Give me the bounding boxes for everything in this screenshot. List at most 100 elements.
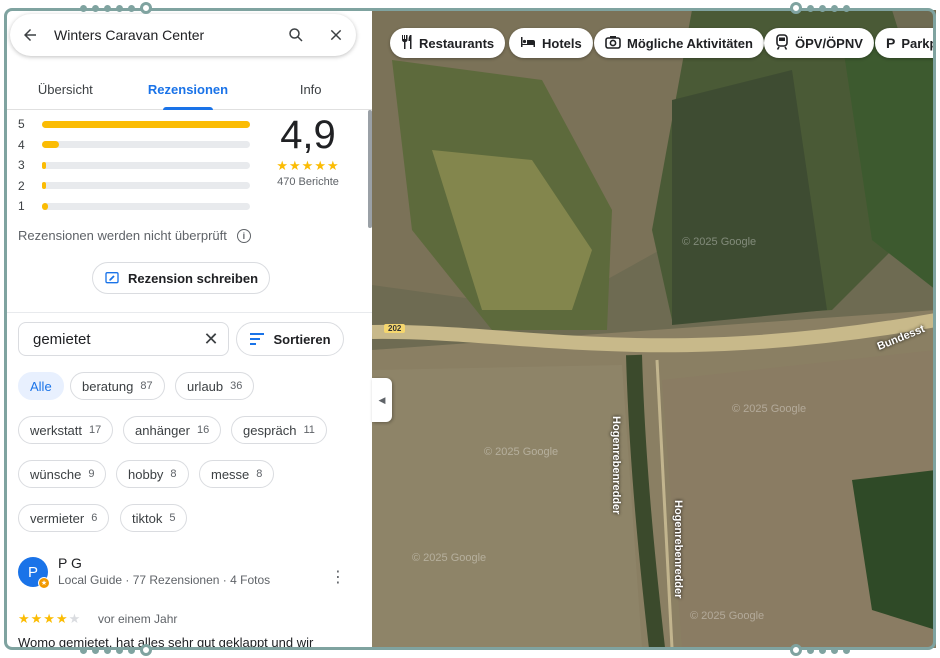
chip-count: 8 [170, 468, 177, 480]
street-label: Hogenrebenredder [610, 416, 622, 515]
histogram-track [42, 141, 250, 149]
more-options-icon[interactable]: ⋮ [330, 567, 346, 587]
chevron-left-icon: ◀ [378, 394, 386, 405]
chip-werkstatt[interactable]: werkstatt 17 [18, 416, 114, 444]
histogram-label: 4 [18, 137, 25, 152]
chip-label: urlaub [187, 378, 224, 394]
histogram-label: 5 [18, 117, 25, 132]
histogram-track [42, 161, 250, 169]
clear-icon[interactable]: ✕ [194, 329, 228, 350]
chip-label: werkstatt [30, 422, 83, 438]
reviewer-name[interactable]: P G [58, 555, 82, 571]
map-chip-transit[interactable]: ÖPV/ÖPNV [764, 28, 874, 58]
search-icon[interactable] [276, 15, 316, 55]
close-icon[interactable] [316, 15, 356, 55]
chip-count: 36 [230, 380, 243, 392]
unverified-note-text: Rezensionen werden nicht überprüft [18, 228, 227, 243]
frame-dots-bottom-left [80, 644, 152, 656]
chip-gespraech[interactable]: gespräch 11 [231, 416, 327, 444]
tab-overview[interactable]: Übersicht [4, 72, 127, 109]
chip-count: 5 [169, 512, 176, 524]
chip-urlaub[interactable]: urlaub 36 [175, 372, 255, 400]
restaurant-icon [401, 34, 413, 52]
rating-histogram: 5 4 3 2 1 [18, 114, 250, 217]
frame-dots-top-right [790, 2, 850, 14]
histogram-label: 1 [18, 199, 25, 214]
histogram-track [42, 202, 250, 210]
map-watermark: © 2025 Google [690, 610, 765, 622]
rating-stars: ★★★★★ [276, 158, 340, 173]
histogram-bar [42, 120, 250, 128]
histogram-row: 1 [18, 196, 250, 217]
chip-alle[interactable]: Alle [18, 372, 64, 400]
write-review-button[interactable]: Rezension schreiben [92, 262, 270, 294]
frame-dots-bottom-right [790, 644, 850, 656]
review-count[interactable]: 470 Berichte [262, 176, 354, 188]
histogram-track [42, 182, 250, 190]
avatar-letter: P [27, 563, 38, 581]
review-stars: ★★★★★ [18, 611, 81, 627]
map-chip-label: Mögliche Aktivitäten [627, 35, 753, 51]
chip-label: vermieter [30, 510, 85, 526]
histogram-bar [42, 202, 49, 210]
chip-count: 8 [256, 468, 263, 480]
chip-count: 17 [89, 424, 102, 436]
frame-dots-top-left [80, 2, 152, 14]
chip-label: beratung [82, 378, 134, 394]
review-search-input[interactable]: gemietet ✕ [18, 322, 229, 356]
map-watermark: © 2025 Google [682, 236, 757, 248]
tab-info[interactable]: Info [249, 72, 372, 109]
chip-label: messe [211, 466, 250, 482]
street-label: Hogenrebenredder [672, 500, 684, 599]
chip-beratung[interactable]: beratung 87 [70, 372, 165, 400]
chip-count: 16 [196, 424, 210, 436]
train-icon [775, 33, 789, 53]
map-canvas[interactable]: 202 Bundesst Hogenrebenredder Hogenreben… [372, 10, 936, 648]
review-search-value[interactable]: gemietet [33, 331, 194, 348]
write-review-label: Rezension schreiben [127, 270, 259, 286]
chip-anhaenger[interactable]: anhänger 16 [123, 416, 222, 444]
sort-label: Sortieren [273, 331, 331, 347]
camera-icon [605, 35, 621, 52]
histogram-bar [42, 182, 47, 190]
chip-tiktok[interactable]: tiktok 5 [120, 504, 188, 532]
review-stars-empty: ★ [68, 611, 82, 626]
map-chip-activities[interactable]: Mögliche Aktivitäten [594, 28, 764, 58]
back-arrow-icon[interactable] [10, 15, 50, 55]
avatar[interactable]: P ★ [18, 557, 50, 589]
histogram-label: 3 [18, 158, 25, 173]
map-chip-restaurants[interactable]: Restaurants [390, 28, 506, 58]
search-box[interactable]: Winters Caravan Center [10, 14, 356, 56]
chip-label: tiktok [132, 510, 163, 526]
map-chip-hotels[interactable]: Hotels [509, 28, 593, 58]
chip-count: 87 [140, 380, 153, 392]
review-date: vor einem Jahr [98, 612, 178, 626]
collapse-panel-button[interactable]: ◀ [372, 378, 392, 422]
tab-bar: Übersicht Rezensionen Info [4, 72, 372, 110]
hotel-icon [520, 36, 536, 51]
map-chip-label: Restaurants [419, 35, 495, 51]
info-icon[interactable]: i [236, 228, 251, 243]
histogram-bar [42, 141, 59, 149]
map-watermark: © 2025 Google [412, 552, 487, 564]
rating-score: 4,9 [280, 113, 336, 157]
search-title[interactable]: Winters Caravan Center [50, 27, 276, 43]
chip-count: 9 [88, 468, 95, 480]
map-watermark: © 2025 Google [732, 403, 807, 415]
side-panel: Winters Caravan Center Übersicht Rezensi… [4, 10, 372, 648]
chip-label: Alle [30, 378, 52, 394]
tab-reviews[interactable]: Rezensionen [127, 72, 250, 110]
sort-button[interactable]: Sortieren [236, 322, 344, 356]
chip-label: hobby [128, 466, 164, 482]
chip-label: wünsche [30, 466, 82, 482]
histogram-row: 4 [18, 135, 250, 156]
chip-hobby[interactable]: hobby 8 [116, 460, 189, 488]
chip-messe[interactable]: messe 8 [199, 460, 275, 488]
review-text: Womo gemietet, hat alles sehr gut geklap… [18, 635, 314, 648]
chip-vermieter[interactable]: vermieter 6 [18, 504, 110, 532]
map-chip-label: ÖPV/ÖPNV [795, 35, 863, 51]
map-chip-parking[interactable]: P Parkp [875, 28, 936, 58]
sort-icon [250, 333, 265, 345]
write-review-icon [105, 272, 119, 284]
chip-wuensche[interactable]: wünsche 9 [18, 460, 107, 488]
